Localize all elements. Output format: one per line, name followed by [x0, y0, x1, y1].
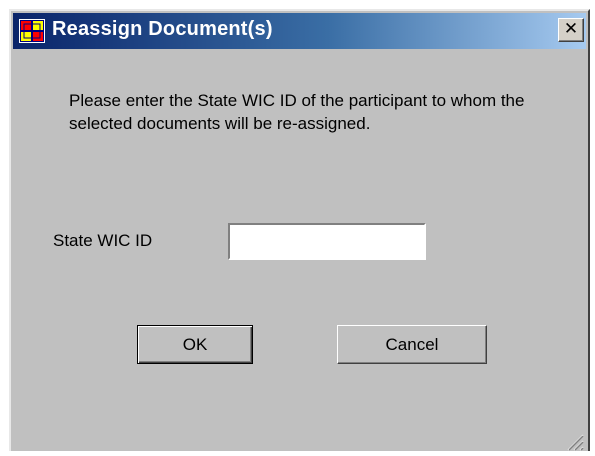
ok-button[interactable]: OK [137, 325, 253, 364]
resize-grip-icon[interactable] [562, 429, 584, 451]
instruction-text: Please enter the State WIC ID of the par… [69, 91, 525, 133]
app-icon [19, 19, 45, 43]
title-bar[interactable]: Reassign Document(s) ✕ [13, 13, 586, 49]
state-wic-id-label: State WIC ID [53, 231, 153, 250]
close-icon: ✕ [563, 19, 579, 39]
close-button[interactable]: ✕ [558, 18, 584, 42]
reassign-document-dialog: Reassign Document(s) ✕ Please enter the … [9, 9, 590, 451]
state-wic-id-input[interactable] [228, 223, 426, 260]
window-title: Reassign Document(s) [52, 18, 273, 40]
cancel-button[interactable]: Cancel [337, 325, 487, 364]
